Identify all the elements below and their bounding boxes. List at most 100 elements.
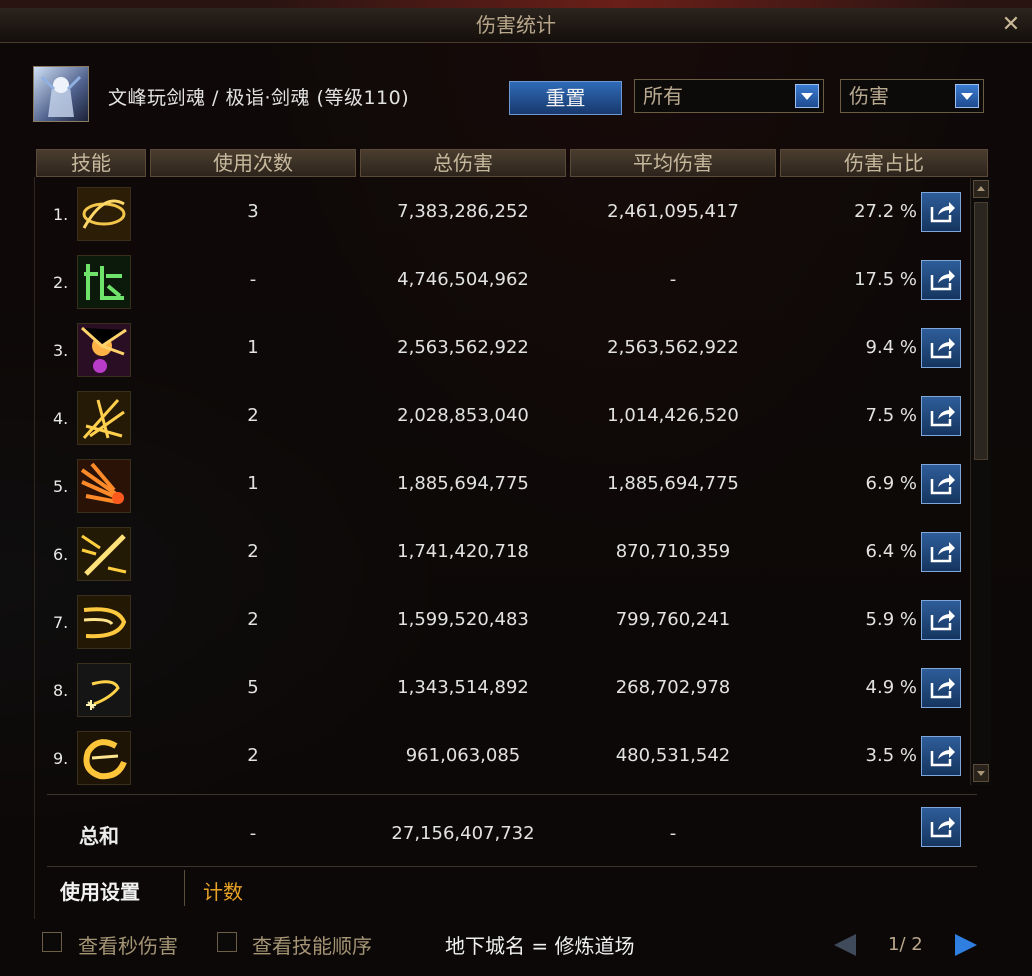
column-header-pct: 伤害占比 <box>780 149 988 177</box>
character-name-class: 文峰玩剑魂 / 极诣·剑魂 (等级110) <box>108 87 410 109</box>
row-uses: 5 <box>247 677 259 698</box>
table-row: 8. 5 1,343,514,892 268,702,978 4.9 % <box>35 653 971 721</box>
row-avg: - <box>669 269 677 290</box>
row-pct: 7.5 % <box>865 405 917 426</box>
table-row: 1. 3 7,383,286,252 2,461,095,417 27.2 % <box>35 177 971 245</box>
character-avatar <box>33 66 89 122</box>
skill-cross-slash-icon <box>77 391 131 445</box>
tab-settings[interactable]: 使用设置 <box>60 876 140 905</box>
table-row: 3. 1 2,563,562,922 2,563,562,922 9.4 % <box>35 313 971 381</box>
close-icon[interactable]: ✕ <box>998 12 1024 38</box>
table-row: 9. 2 961,063,085 480,531,542 3.5 % <box>35 721 971 789</box>
row-pct: 5.9 % <box>865 609 917 630</box>
share-icon[interactable] <box>921 396 961 436</box>
page-next-icon[interactable] <box>955 934 977 956</box>
row-avg: 480,531,542 <box>615 745 731 766</box>
mode-select[interactable]: 伤害 <box>840 79 984 113</box>
row-total: 2,563,562,922 <box>397 337 529 358</box>
share-icon[interactable] <box>921 807 961 847</box>
share-icon[interactable] <box>921 464 961 504</box>
table-row: 2. - 4,746,504,962 - 17.5 % <box>35 245 971 313</box>
row-pct: 3.5 % <box>865 745 917 766</box>
scroll-up-button[interactable] <box>973 180 989 198</box>
row-total: 4,746,504,962 <box>397 269 529 290</box>
skill-green-rune-icon <box>77 255 131 309</box>
row-uses: 2 <box>247 541 259 562</box>
table-scrollbar[interactable] <box>970 178 991 785</box>
tab-count[interactable]: 计数 <box>203 876 243 905</box>
row-avg: 799,760,241 <box>615 609 731 630</box>
row-rank: 4. <box>53 409 69 428</box>
row-total: 1,741,420,718 <box>397 541 529 562</box>
footer-bar: 查看秒伤害 查看技能顺序 地下城名 = 修炼道场 1/ 2 <box>0 920 1032 970</box>
row-rank: 6. <box>53 545 69 564</box>
row-avg: 2,563,562,922 <box>607 337 739 358</box>
chevron-down-icon[interactable] <box>955 84 979 108</box>
row-rank: 1. <box>53 205 69 224</box>
filter-select-value: 所有 <box>643 84 683 108</box>
filter-select[interactable]: 所有 <box>634 79 824 113</box>
row-pct: 4.9 % <box>865 677 917 698</box>
row-avg: 870,710,359 <box>615 541 731 562</box>
skill-spark-arc-icon <box>77 663 131 717</box>
page-indicator: 1/ 2 <box>888 934 923 955</box>
row-total: 1,885,694,775 <box>397 473 529 494</box>
skill-swirl-slash-icon <box>77 187 131 241</box>
row-total: 1,599,520,483 <box>397 609 529 630</box>
reset-button[interactable]: 重置 <box>509 81 622 115</box>
row-pct: 9.4 % <box>865 337 917 358</box>
totals-avg: - <box>669 823 677 844</box>
totals-uses: - <box>249 823 257 844</box>
divider <box>47 866 977 867</box>
column-header-uses: 使用次数 <box>150 149 356 177</box>
row-total: 1,343,514,892 <box>397 677 529 698</box>
dungeon-name: 地下城名 = 修炼道场 <box>445 934 635 958</box>
row-rank: 5. <box>53 477 69 496</box>
scroll-down-button[interactable] <box>973 764 989 782</box>
row-total: 961,063,085 <box>405 745 521 766</box>
row-avg: 268,702,978 <box>615 677 731 698</box>
check-dps-label: 查看秒伤害 <box>78 934 178 958</box>
skill-golden-ring-icon <box>77 731 131 785</box>
scroll-thumb[interactable] <box>974 202 988 460</box>
table-row: 4. 2 2,028,853,040 1,014,426,520 7.5 % <box>35 381 971 449</box>
column-header-total: 总伤害 <box>360 149 566 177</box>
share-icon[interactable] <box>921 532 961 572</box>
share-icon[interactable] <box>921 328 961 368</box>
page-prev-icon[interactable] <box>834 934 856 956</box>
row-rank: 7. <box>53 613 69 632</box>
share-icon[interactable] <box>921 668 961 708</box>
row-total: 7,383,286,252 <box>397 201 529 222</box>
skill-flame-wave-icon <box>77 459 131 513</box>
share-icon[interactable] <box>921 260 961 300</box>
check-dps-checkbox[interactable] <box>42 932 62 952</box>
row-rank: 3. <box>53 341 69 360</box>
row-uses: 3 <box>247 201 259 222</box>
title-bar: 伤害统计 ✕ <box>0 8 1032 43</box>
table-row: 5. 1 1,885,694,775 1,885,694,775 6.9 % <box>35 449 971 517</box>
row-uses: 1 <box>247 337 259 358</box>
chevron-down-icon[interactable] <box>795 84 819 108</box>
row-uses: 2 <box>247 405 259 426</box>
row-avg: 2,461,095,417 <box>607 201 739 222</box>
check-order-checkbox[interactable] <box>217 932 237 952</box>
check-order-label: 查看技能顺序 <box>252 934 372 958</box>
share-icon[interactable] <box>921 736 961 776</box>
share-icon[interactable] <box>921 600 961 640</box>
row-pct: 27.2 % <box>854 201 917 222</box>
share-icon[interactable] <box>921 192 961 232</box>
bottom-tabs: 使用设置 计数 <box>46 868 976 916</box>
row-rank: 9. <box>53 749 69 768</box>
totals-row: - 27,156,407,732 - <box>35 799 971 867</box>
skill-crescent-wave-icon <box>77 595 131 649</box>
row-pct: 6.9 % <box>865 473 917 494</box>
totals-label: 总和 <box>79 824 119 848</box>
row-rank: 2. <box>53 273 69 292</box>
row-avg: 1,014,426,520 <box>607 405 739 426</box>
skill-burst-icon <box>77 323 131 377</box>
row-pct: 17.5 % <box>854 269 917 290</box>
row-pct: 6.4 % <box>865 541 917 562</box>
row-total: 2,028,853,040 <box>397 405 529 426</box>
skill-sword-thrust-icon <box>77 527 131 581</box>
row-avg: 1,885,694,775 <box>607 473 739 494</box>
